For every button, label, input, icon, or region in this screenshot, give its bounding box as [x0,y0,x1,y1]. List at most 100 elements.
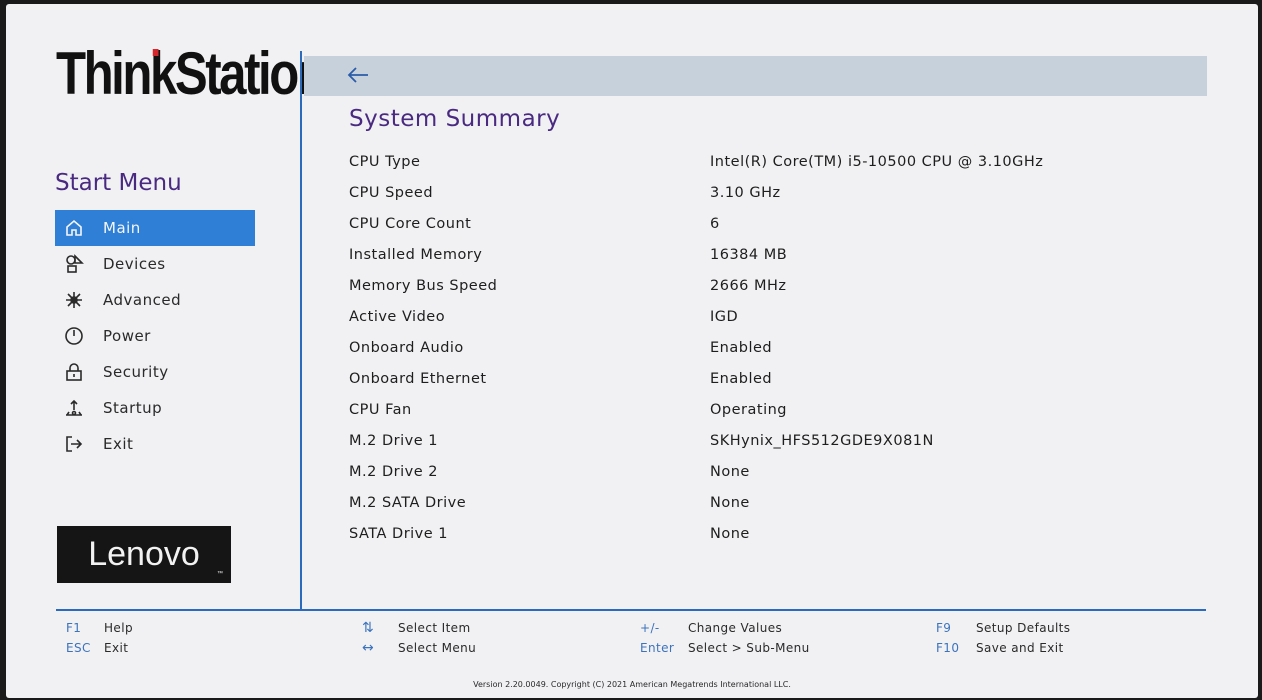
summary-row: M.2 Drive 2 None [349,456,1189,487]
menu-item-label: Exit [103,435,134,453]
summary-row: CPU Fan Operating [349,394,1189,425]
key-hint: Enter Select > Sub-Menu [640,638,810,658]
menu-item-security[interactable]: Security [55,354,255,390]
key-desc: Select Menu [398,641,477,655]
row-label: CPU Type [349,153,421,170]
home-icon [63,217,85,239]
row-value: 3.10 GHz [710,184,781,201]
key-desc: Change Values [688,621,783,635]
key-label: F1 [66,621,82,635]
copyright-text: Version 2.20.0049. Copyright (C) 2021 Am… [473,680,791,689]
back-arrow-icon[interactable] [346,64,372,88]
menu-item-label: Main [103,219,141,237]
row-label: Active Video [349,308,446,325]
startup-icon [63,397,85,419]
menu-item-main[interactable]: Main [55,210,255,246]
exit-icon [63,433,85,455]
row-value: None [710,525,750,542]
row-label: SATA Drive 1 [349,525,449,542]
key-hint: F10 Save and Exit [936,638,1070,658]
menu-item-label: Advanced [103,291,182,309]
start-menu-title: Start Menu [55,170,182,196]
key-label: +/- [640,621,660,635]
key-hints-save: F9 Setup Defaults F10 Save and Exit [936,618,1070,658]
key-hint: F1 Help [66,618,133,638]
key-desc: Exit [104,641,129,655]
key-label: F9 [936,621,952,635]
menu-item-label: Security [103,363,169,381]
vertical-divider [300,51,302,611]
page-title: System Summary [349,106,561,132]
header-bar [304,56,1207,96]
brand-red-dot [152,49,159,56]
thinkstation-logo: ThinkStation [56,44,327,104]
key-desc: Setup Defaults [976,621,1071,635]
summary-row: Onboard Ethernet Enabled [349,363,1189,394]
key-desc: Save and Exit [976,641,1064,655]
row-value: 6 [710,215,720,232]
row-value: Enabled [710,339,773,356]
advanced-icon [63,289,85,311]
row-value: Enabled [710,370,773,387]
row-label: Installed Memory [349,246,483,263]
key-hints-navigation: ⇅ Select Item ↔ Select Menu [362,618,476,658]
row-label: Onboard Audio [349,339,464,356]
key-label: F10 [936,641,960,655]
menu-item-startup[interactable]: Startup [55,390,255,426]
key-hint: F9 Setup Defaults [936,618,1070,638]
power-icon [63,325,85,347]
menu-item-advanced[interactable]: Advanced [55,282,255,318]
summary-row: CPU Type Intel(R) Core(TM) i5-10500 CPU @… [349,146,1189,177]
key-desc: Select > Sub-Menu [688,641,810,655]
summary-row: Memory Bus Speed 2666 MHz [349,270,1189,301]
updown-arrows-icon: ⇅ [362,620,375,636]
key-hint: ESC Exit [66,638,133,658]
brand-name: ThinkStation [56,40,327,107]
leftright-arrows-icon: ↔ [362,640,375,656]
key-desc: Help [104,621,133,635]
row-value: 2666 MHz [710,277,787,294]
summary-row: CPU Core Count 6 [349,208,1189,239]
menu-item-devices[interactable]: Devices [55,246,255,282]
row-value: Intel(R) Core(TM) i5-10500 CPU @ 3.10GHz [710,153,1044,170]
row-value: 16384 MB [710,246,788,263]
key-label: Enter [640,641,675,655]
row-label: Onboard Ethernet [349,370,487,387]
key-hint: ⇅ Select Item [362,618,476,638]
row-label: M.2 SATA Drive [349,494,467,511]
lenovo-logo: Lenovo ™ [57,526,231,583]
summary-row: Onboard Audio Enabled [349,332,1189,363]
row-label: M.2 Drive 2 [349,463,438,480]
key-hints-values: +/- Change Values Enter Select > Sub-Menu [640,618,810,658]
row-value: IGD [710,308,739,325]
system-summary-table: CPU Type Intel(R) Core(TM) i5-10500 CPU @… [349,146,1189,549]
summary-row: M.2 Drive 1 SKHynix_HFS512GDE9X081N [349,425,1189,456]
key-label: ESC [66,641,91,655]
summary-row: M.2 SATA Drive None [349,487,1189,518]
summary-row: CPU Speed 3.10 GHz [349,177,1189,208]
row-value: None [710,494,750,511]
footer-divider [56,609,1206,611]
summary-row: SATA Drive 1 None [349,518,1189,549]
trademark-mark: ™ [217,571,223,577]
key-hint: +/- Change Values [640,618,810,638]
row-label: M.2 Drive 1 [349,432,438,449]
summary-row: Installed Memory 16384 MB [349,239,1189,270]
devices-icon [63,253,85,275]
key-hints-help: F1 Help ESC Exit [66,618,133,658]
menu-item-label: Startup [103,399,163,417]
key-desc: Select Item [398,621,471,635]
lenovo-logo-text: Lenovo [88,535,200,573]
row-value: SKHynix_HFS512GDE9X081N [710,432,934,449]
row-label: CPU Fan [349,401,412,418]
menu-item-power[interactable]: Power [55,318,255,354]
row-label: CPU Speed [349,184,434,201]
lock-icon [63,361,85,383]
row-value: None [710,463,750,480]
key-hint: ↔ Select Menu [362,638,476,658]
menu-item-label: Power [103,327,151,345]
row-label: Memory Bus Speed [349,277,498,294]
row-label: CPU Core Count [349,215,472,232]
start-menu: Main Devices Advanced Power Security Sta… [55,210,255,462]
menu-item-exit[interactable]: Exit [55,426,255,462]
